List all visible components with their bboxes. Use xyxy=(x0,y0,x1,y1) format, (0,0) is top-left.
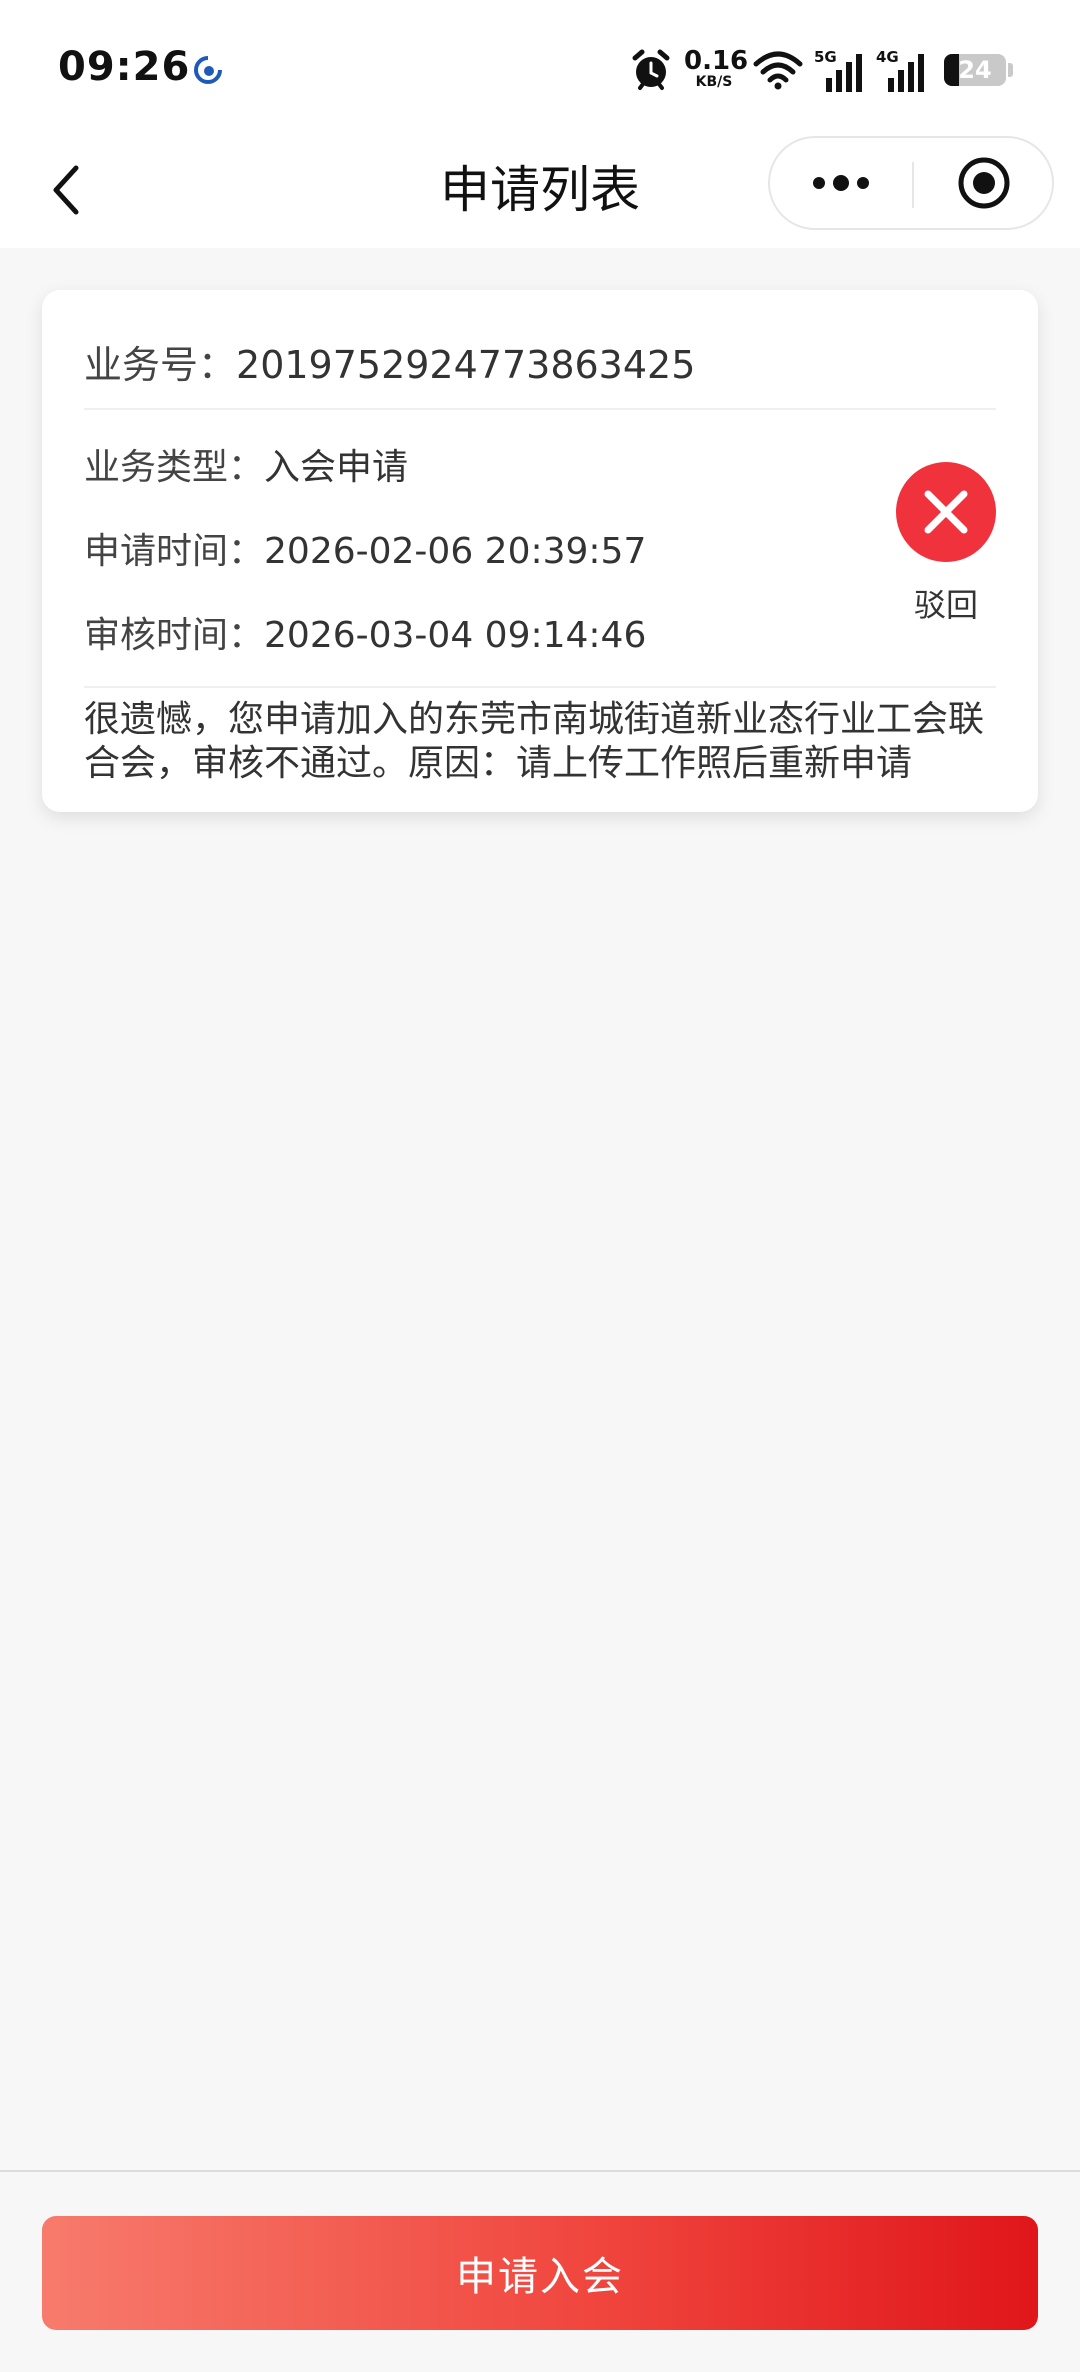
wifi-icon xyxy=(753,51,803,90)
status-time: 09:26 xyxy=(58,44,191,90)
rejected-status-icon xyxy=(896,462,996,562)
back-button[interactable] xyxy=(30,154,102,226)
signal-5g: 5G xyxy=(814,48,868,92)
more-dots-icon xyxy=(813,175,869,191)
review-time-value: 2026-03-04 09:14:46 xyxy=(264,615,647,656)
more-button[interactable] xyxy=(770,138,912,228)
business-type-value: 入会申请 xyxy=(264,447,409,488)
net-speed-unit: KB/S xyxy=(695,74,733,90)
notification-app-icon xyxy=(194,56,222,84)
net-speed: 0.16 KB/S xyxy=(684,46,749,90)
business-number-value: 2019752924773863425 xyxy=(236,343,696,387)
apply-membership-button[interactable]: 申请入会 xyxy=(42,2216,1038,2330)
apply-time-label: 申请时间： xyxy=(84,531,265,572)
signal-bars-icon xyxy=(888,54,924,92)
net-speed-value: 0.16 xyxy=(684,46,749,76)
x-circle-icon xyxy=(924,490,968,534)
status-label: 驳回 xyxy=(913,586,978,624)
signal-bars-icon xyxy=(826,54,862,92)
business-number-row: 业务号：2019752924773863425 xyxy=(84,334,695,389)
business-number-label: 业务号： xyxy=(84,343,237,387)
chevron-left-icon xyxy=(53,165,79,215)
battery-indicator: 24 xyxy=(944,54,1006,86)
divider xyxy=(84,408,996,410)
mini-program-capsule xyxy=(768,136,1054,230)
close-mini-program-button[interactable] xyxy=(914,138,1054,228)
application-card[interactable]: 业务号：2019752924773863425 业务类型：入会申请 申请时间：2… xyxy=(42,290,1038,812)
target-circle-icon xyxy=(958,157,1010,209)
status-bar: 09:26 0.16 KB/S 5G 4G 24 xyxy=(0,0,1080,132)
screen: 09:26 0.16 KB/S 5G 4G 24 申请列表 业务号：201975… xyxy=(0,0,1080,2372)
review-time-label: 审核时间： xyxy=(84,615,265,656)
apply-time-value: 2026-02-06 20:39:57 xyxy=(264,531,647,572)
signal-4g: 4G xyxy=(876,48,930,92)
battery-tip xyxy=(1008,63,1013,77)
divider xyxy=(84,686,996,688)
business-type-row: 业务类型：入会申请 xyxy=(84,438,408,490)
apply-time-row: 申请时间：2026-02-06 20:39:57 xyxy=(84,522,646,574)
business-type-label: 业务类型： xyxy=(84,447,265,488)
review-time-row: 审核时间：2026-03-04 09:14:46 xyxy=(84,606,646,658)
alarm-icon xyxy=(632,49,670,90)
battery-level: 24 xyxy=(958,56,992,84)
rejection-reason: 很遗憾，您申请加入的东莞市南城街道新业态行业工会联合会，审核不通过。原因：请上传… xyxy=(84,699,985,784)
nav-bar: 申请列表 xyxy=(0,132,1080,248)
